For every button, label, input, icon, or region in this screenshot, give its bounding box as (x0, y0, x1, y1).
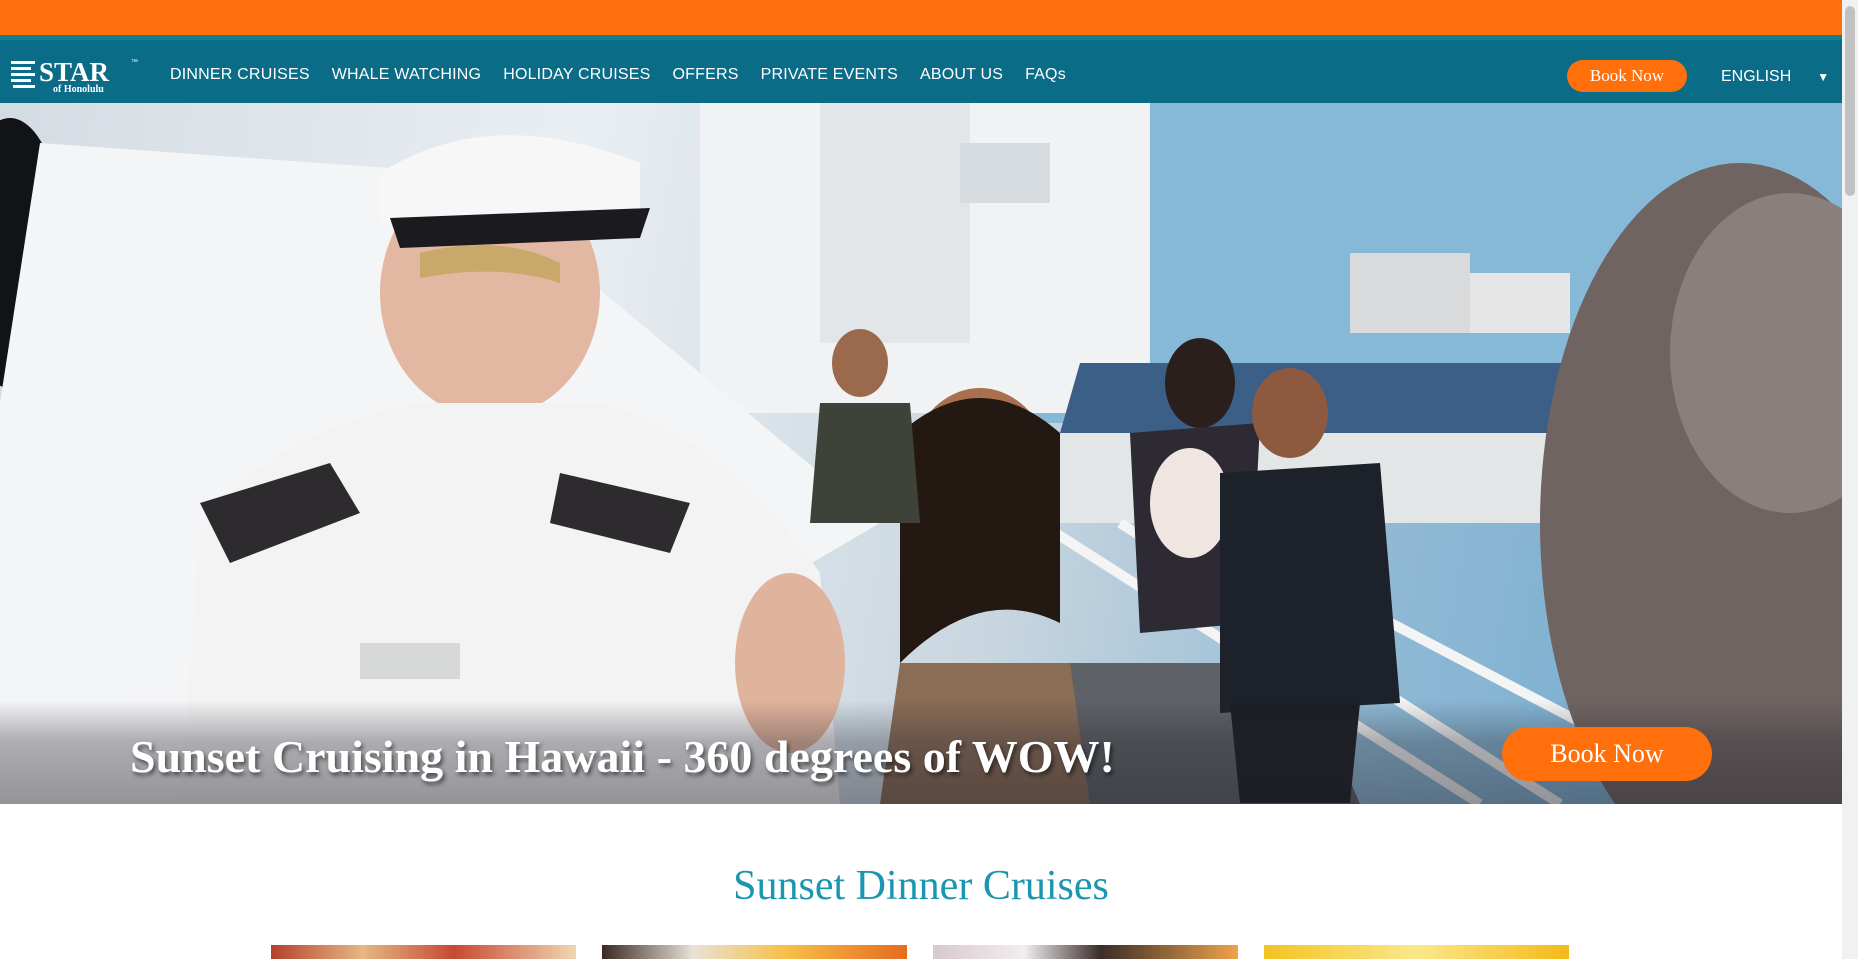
nav-whale-watching[interactable]: WHALE WATCHING (332, 60, 481, 84)
language-selector[interactable]: ENGLISH ▼ (1721, 64, 1829, 90)
section-title: Sunset Dinner Cruises (733, 863, 1109, 909)
caret-down-icon: ▼ (1817, 70, 1830, 84)
top-announcement-bar (0, 0, 1842, 35)
page: STAR ™ of Honolulu DINNER CRUISES WHALE … (0, 0, 1858, 959)
nav-offers[interactable]: OFFERS (673, 60, 739, 84)
hero-background-image (0, 103, 1842, 804)
page-content: STAR ™ of Honolulu DINNER CRUISES WHALE … (0, 0, 1842, 959)
scrollbar-thumb[interactable] (1845, 6, 1855, 196)
cruise-card-image[interactable] (602, 945, 907, 959)
hero-title: Sunset Cruising in Hawaii - 360 degrees … (130, 731, 1115, 782)
nav-book-now-button[interactable]: Book Now (1567, 60, 1687, 92)
cruise-cards (271, 945, 1595, 959)
main-navigation: STAR ™ of Honolulu DINNER CRUISES WHALE … (0, 40, 1842, 103)
svg-text:of Honolulu: of Honolulu (53, 84, 104, 93)
hero-book-now-button[interactable]: Book Now (1502, 727, 1712, 781)
nav-holiday-cruises[interactable]: HOLIDAY CRUISES (503, 60, 650, 84)
nav-links: DINNER CRUISES WHALE WATCHING HOLIDAY CR… (170, 40, 1088, 103)
nav-private-events[interactable]: PRIVATE EVENTS (761, 60, 898, 84)
language-label: ENGLISH (1721, 68, 1792, 85)
cruise-card-image[interactable] (271, 945, 576, 959)
svg-text:™: ™ (131, 59, 138, 66)
nav-faqs[interactable]: FAQs (1025, 60, 1066, 84)
hero-banner: Sunset Cruising in Hawaii - 360 degrees … (0, 103, 1842, 804)
page-scrollbar[interactable] (1842, 0, 1858, 959)
cruise-card-image[interactable] (1264, 945, 1569, 959)
star-of-honolulu-logo[interactable]: STAR ™ of Honolulu (9, 55, 141, 93)
nav-dinner-cruises[interactable]: DINNER CRUISES (170, 60, 310, 84)
svg-text:STAR: STAR (39, 57, 110, 87)
nav-about-us[interactable]: ABOUT US (920, 60, 1003, 84)
cruise-card-image[interactable] (933, 945, 1238, 959)
